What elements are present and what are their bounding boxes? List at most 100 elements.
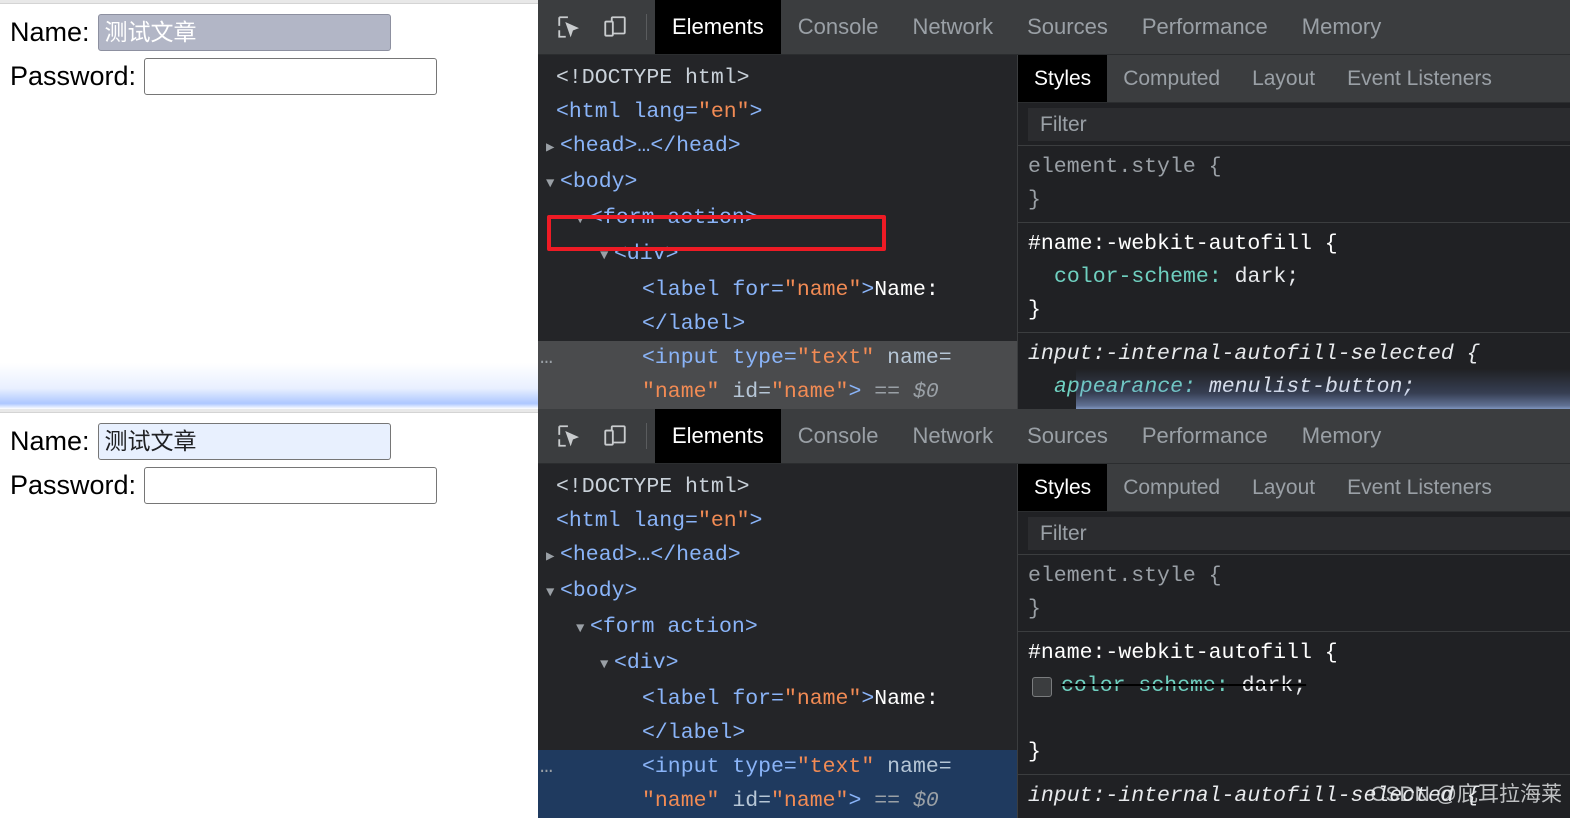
tab-console[interactable]: Console — [781, 0, 896, 54]
password-input[interactable] — [144, 58, 438, 95]
dom-line-head[interactable]: ▶ <head>…</head> — [538, 129, 1017, 165]
styles-sidebar: Styles Computed Layout Event Listeners F… — [547, 55, 1570, 409]
name-label: Name: — [10, 425, 90, 456]
browser-page-bottom: Name: 测试文章 Password: — [0, 409, 538, 818]
rule-name-autofill[interactable]: #name:-webkit-autofill { color-scheme: d… — [1018, 632, 1570, 775]
dom-line-label-close: </label> — [642, 721, 746, 745]
tab-event-listeners[interactable]: Event Listeners — [1331, 55, 1508, 102]
tab-styles[interactable]: Styles — [1018, 464, 1108, 511]
form-row-name: Name: 测试文章 — [10, 14, 538, 51]
rule-ua-autofill-selected: input:-internal-autofill-selected { appe… — [1018, 333, 1570, 409]
screenshot-bottom: Name: 测试文章 Password: Elements Console Ne… — [0, 409, 1570, 818]
inspect-element-icon[interactable] — [546, 0, 592, 54]
tab-sources[interactable]: Sources — [1010, 0, 1125, 54]
rule-ua-autofill-selected: input:-internal-autofill-selected { appe… — [1018, 775, 1570, 818]
dom-tree[interactable]: <!DOCTYPE html> <html lang="en"> ▶ <head>… — [538, 464, 1018, 818]
divider-glow-left — [0, 363, 538, 409]
screenshot-stage: Name: 测试文章 Password: Elements Console Ne… — [0, 0, 1570, 818]
dom-line-div[interactable]: ▼ <div> — [538, 646, 1017, 682]
name-input[interactable]: 测试文章 — [97, 423, 391, 460]
devtools-tabs: Elements Console Network Sources Perform… — [655, 409, 1398, 463]
browser-chrome-edge — [0, 0, 538, 4]
dom-line-input-selected-cont[interactable]: "name" id="name"> == $0 — [538, 784, 1017, 818]
declaration-checkbox[interactable] — [1032, 676, 1052, 697]
tab-performance[interactable]: Performance — [1125, 409, 1285, 463]
dom-line-label-close: </label> — [642, 312, 746, 336]
name-label: Name: — [10, 16, 90, 47]
tab-network[interactable]: Network — [895, 409, 1010, 463]
password-label: Password: — [10, 469, 137, 500]
rule-name-autofill[interactable]: #name:-webkit-autofill { color-scheme: d… — [1018, 223, 1570, 333]
collapse-arrow-icon[interactable]: ▼ — [576, 203, 590, 237]
collapse-arrow-icon[interactable]: ▼ — [576, 612, 590, 646]
declaration-color-scheme[interactable]: color-scheme: dark; — [1028, 265, 1299, 289]
collapse-arrow-icon[interactable]: ▼ — [600, 239, 614, 273]
inspect-element-icon[interactable] — [546, 409, 592, 463]
styles-filter-input[interactable]: Filter — [1028, 108, 1570, 141]
tab-elements[interactable]: Elements — [655, 0, 781, 54]
dom-line-html[interactable]: <html lang="en"> — [538, 504, 1017, 538]
tab-computed[interactable]: Computed — [1107, 55, 1236, 102]
dom-line-label[interactable]: <label for="name">Name: — [538, 682, 1017, 716]
tab-styles[interactable]: Styles — [1018, 55, 1108, 102]
dom-line-head[interactable]: ▶ <head>…</head> — [538, 538, 1017, 574]
login-form-top: Name: 测试文章 Password: — [0, 0, 538, 95]
screenshot-top: Name: 测试文章 Password: Elements Console Ne… — [0, 0, 1570, 409]
tab-elements[interactable]: Elements — [655, 409, 781, 463]
collapse-arrow-icon[interactable]: ▼ — [546, 576, 560, 610]
styles-sidebar-tabs: Styles Computed Layout Event Listeners — [1018, 464, 1570, 512]
styles-filter-row: Filter — [1018, 512, 1570, 555]
dom-line-html[interactable]: <html lang="en"> — [538, 95, 1017, 129]
dom-line-input-selected-cont[interactable]: "name" id="name"> == $0 — [538, 375, 1017, 409]
dom-line-label[interactable]: <label for="name">Name: — [538, 273, 1017, 307]
devtools-top: Elements Console Network Sources Perform… — [538, 0, 1570, 409]
styles-sidebar-tabs: Styles Computed Layout Event Listeners — [1018, 55, 1570, 103]
devtools-toolbar: Elements Console Network Sources Perform… — [538, 409, 1570, 464]
tab-network[interactable]: Network — [895, 0, 1010, 54]
devtools-toolbar: Elements Console Network Sources Perform… — [538, 0, 1570, 55]
dom-line-div[interactable]: ▼ <div> — [538, 237, 1017, 273]
rule-element-style[interactable]: element.style { } — [1018, 146, 1570, 223]
tab-console[interactable]: Console — [781, 409, 896, 463]
device-toolbar-icon[interactable] — [592, 0, 638, 54]
dom-tree[interactable]: <!DOCTYPE html> <html lang="en"> ▶ <head>… — [538, 55, 1018, 409]
devtools-body: <!DOCTYPE html> <html lang="en"> ▶ <head>… — [538, 464, 1570, 818]
styles-filter-input[interactable]: Filter — [1028, 517, 1570, 550]
collapse-arrow-icon[interactable]: ▼ — [546, 167, 560, 201]
tab-memory[interactable]: Memory — [1285, 409, 1398, 463]
dom-line-form[interactable]: ▼ <form action> — [538, 201, 1017, 237]
devtools-bottom: Elements Console Network Sources Perform… — [538, 409, 1570, 818]
form-row-name: Name: 测试文章 — [10, 423, 538, 460]
tab-performance[interactable]: Performance — [1125, 0, 1285, 54]
tab-layout[interactable]: Layout — [1236, 55, 1331, 102]
dom-line-body[interactable]: ▼ <body> — [538, 574, 1017, 610]
styles-sidebar: Styles Computed Layout Event Listeners F… — [1018, 464, 1570, 818]
overflow-dots-icon[interactable]: … — [538, 341, 556, 375]
dom-line-form[interactable]: ▼ <form action> — [538, 610, 1017, 646]
device-toolbar-icon[interactable] — [592, 409, 638, 463]
form-row-password: Password: — [10, 58, 538, 95]
overflow-dots-icon[interactable]: … — [538, 750, 556, 784]
expand-arrow-icon[interactable]: ▶ — [546, 131, 560, 165]
tab-computed[interactable]: Computed — [1107, 464, 1236, 511]
toolbar-separator — [646, 423, 647, 449]
browser-page-top: Name: 测试文章 Password: — [0, 0, 538, 409]
password-label: Password: — [10, 60, 137, 91]
collapse-arrow-icon[interactable]: ▼ — [600, 648, 614, 682]
dom-line-body[interactable]: ▼ <body> — [538, 165, 1017, 201]
expand-arrow-icon[interactable]: ▶ — [546, 540, 560, 574]
tab-layout[interactable]: Layout — [1236, 464, 1331, 511]
password-input[interactable] — [144, 467, 438, 504]
declaration-color-scheme-disabled[interactable]: color-scheme: dark; — [1028, 670, 1570, 703]
devtools-body: <!DOCTYPE html> <html lang="en"> ▶ <head>… — [538, 55, 1570, 409]
login-form-bottom: Name: 测试文章 Password: — [0, 409, 538, 504]
dom-line-input-selected[interactable]: … <input type="text" name= — [538, 750, 1017, 784]
dom-line-input-selected[interactable]: … <input type="text" name= — [538, 341, 1017, 375]
name-input[interactable]: 测试文章 — [97, 14, 391, 51]
tab-event-listeners[interactable]: Event Listeners — [1331, 464, 1508, 511]
tab-sources[interactable]: Sources — [1010, 409, 1125, 463]
rule-element-style[interactable]: element.style { } — [1018, 555, 1570, 632]
form-row-password: Password: — [10, 467, 538, 504]
tab-memory[interactable]: Memory — [1285, 0, 1398, 54]
browser-chrome-edge — [0, 409, 538, 413]
